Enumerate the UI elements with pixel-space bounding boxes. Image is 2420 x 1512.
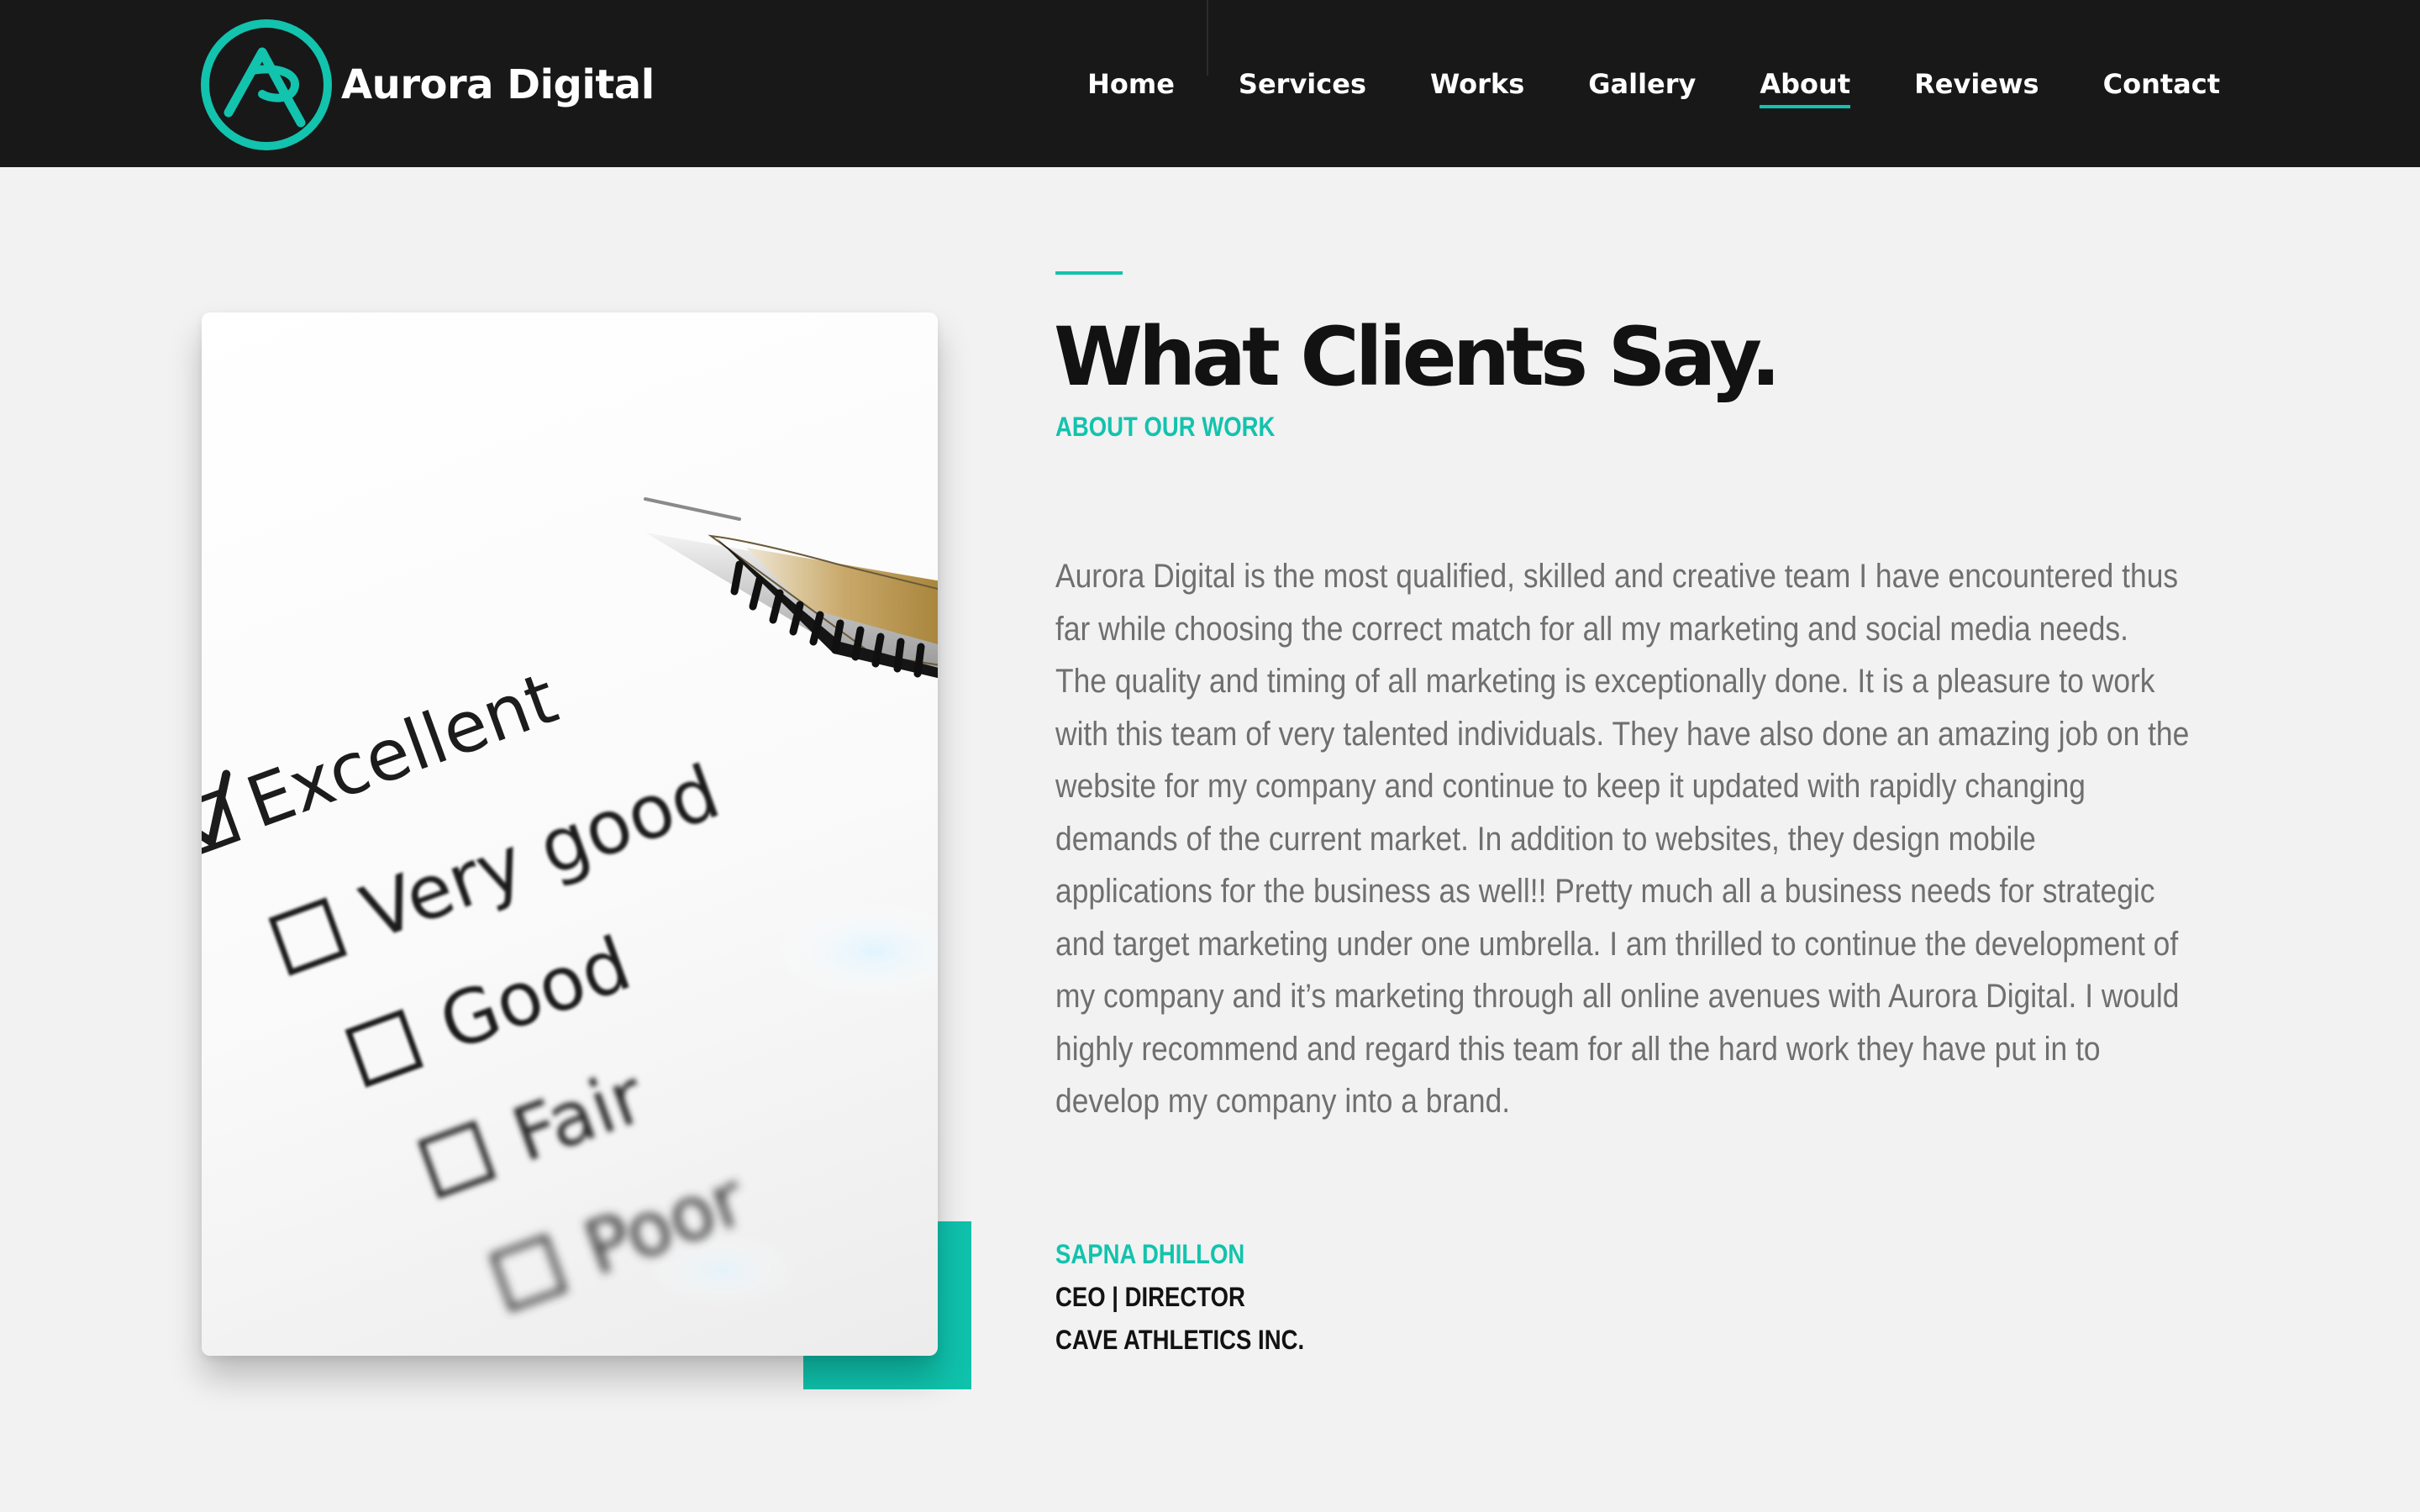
nav-item-home[interactable]: Home xyxy=(1087,68,1175,100)
section-heading: What Clients Say. xyxy=(1054,310,1781,404)
quote-line: my company and it’s marketing through al… xyxy=(1055,978,2180,1015)
quote-line: with this team of very talented individu… xyxy=(1055,715,2190,753)
rating-checklist-icon: Excellent Very good Good Fair Poor xyxy=(202,497,938,1313)
svg-text:Fair: Fair xyxy=(502,1053,656,1179)
quote-line: demands of the current market. In additi… xyxy=(1055,820,2036,858)
site-header: Aurora Digital Home Services Works Galle… xyxy=(0,0,2420,167)
nav-item-works[interactable]: Works xyxy=(1430,68,1524,100)
quote-line: Aurora Digital is the most qualified, sk… xyxy=(1055,558,2179,595)
svg-text:Good: Good xyxy=(429,920,641,1068)
feature-image: Excellent Very good Good Fair Poor xyxy=(202,312,938,1356)
checklist-fair: Fair xyxy=(417,1053,656,1200)
author-company: CAVE ATHLETICS INC. xyxy=(1055,1325,1305,1355)
quote-line: The quality and timing of all marketing … xyxy=(1055,663,2155,700)
quote-line: far while choosing the correct match for… xyxy=(1055,610,2128,648)
quote-line: develop my company into a brand. xyxy=(1055,1083,1511,1120)
author-name: SAPNA DHILLON xyxy=(1055,1239,1245,1269)
quote-line: applications for the business as well!! … xyxy=(1055,873,2155,910)
nav-item-reviews[interactable]: Reviews xyxy=(1914,68,2039,100)
nav-item-gallery[interactable]: Gallery xyxy=(1588,68,1696,100)
quote-line: highly recommend and regard this team fo… xyxy=(1055,1030,2101,1068)
heading-accent-line xyxy=(1055,271,1123,275)
nav-item-about[interactable]: About xyxy=(1760,68,1850,108)
testimonial-quote: Aurora Digital is the most qualified, sk… xyxy=(1055,550,2232,1128)
quote-line: and target marketing under one umbrella.… xyxy=(1055,925,2179,963)
nav-item-contact[interactable]: Contact xyxy=(2103,68,2220,100)
author-role: CEO | DIRECTOR xyxy=(1055,1282,1245,1312)
aurora-logo-icon xyxy=(201,19,332,150)
nav-item-services[interactable]: Services xyxy=(1239,68,1366,100)
brand-logo[interactable]: Aurora Digital xyxy=(200,18,655,151)
quote-line: website for my company and continue to k… xyxy=(1055,768,2086,805)
testimonial-author: SAPNA DHILLON CEO | DIRECTOR CAVE ATHLET… xyxy=(1055,1233,1344,1362)
main-nav: Home Services Works Gallery About Review… xyxy=(1087,0,2220,167)
section-subheading: ABOUT OUR WORK xyxy=(1055,412,1276,442)
brand-name: Aurora Digital xyxy=(341,61,655,108)
